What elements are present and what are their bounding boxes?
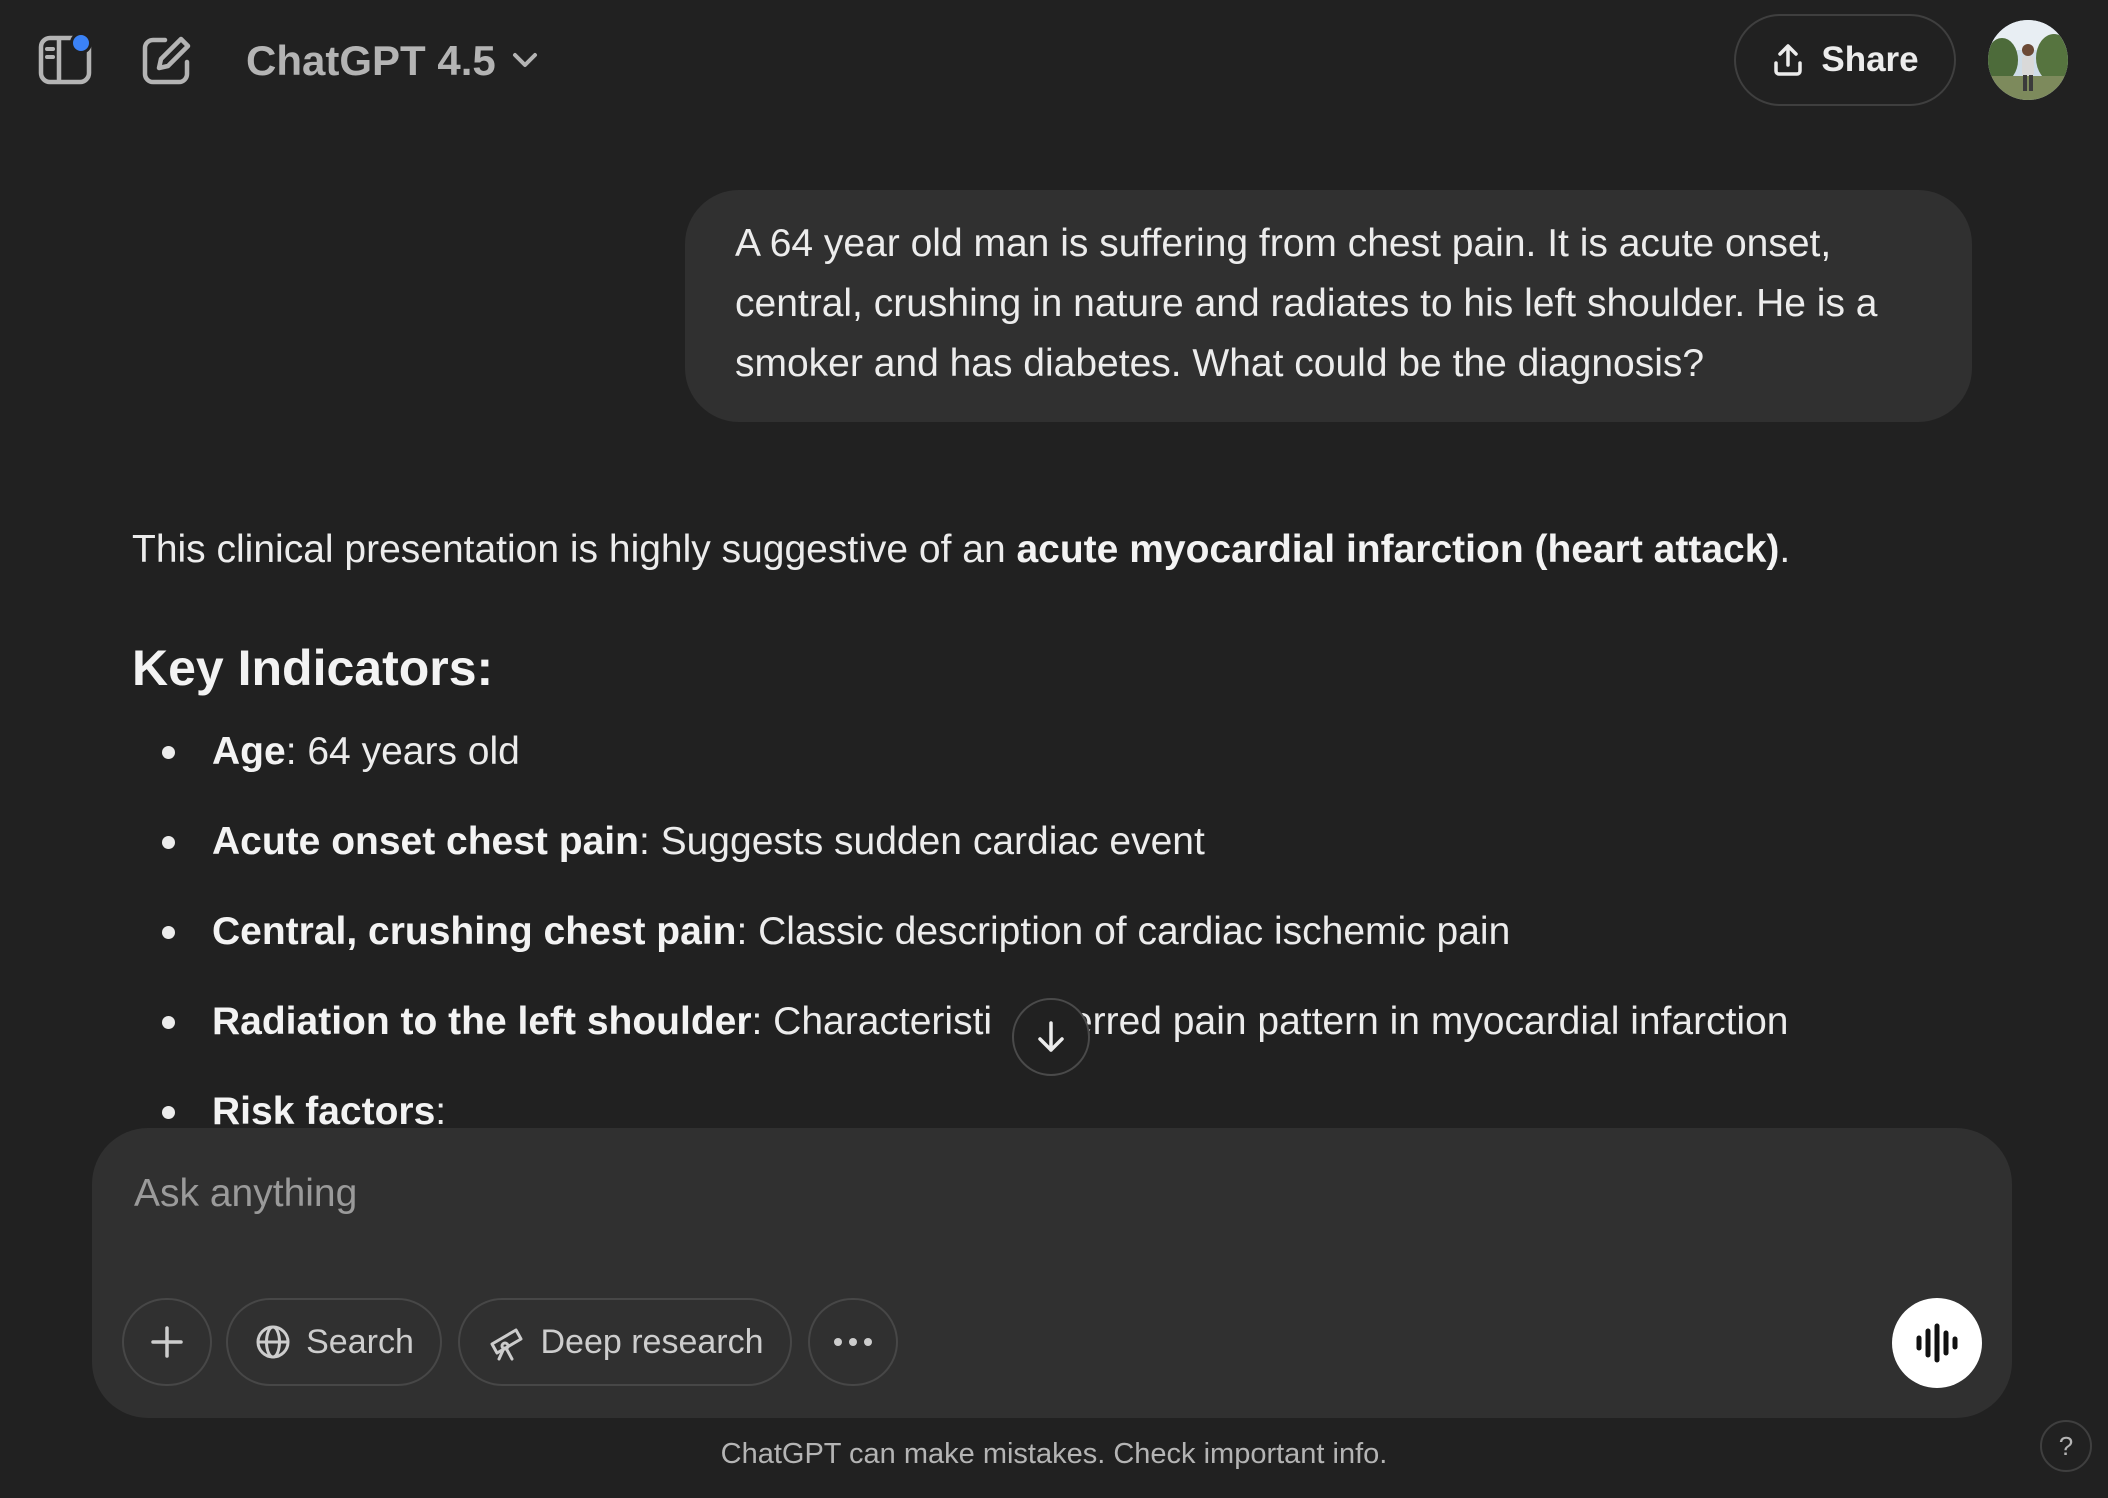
indicator-detail: : 64 years old: [285, 730, 520, 773]
model-selector[interactable]: ChatGPT 4.5: [246, 32, 538, 90]
indicator-detail: : Characteristi: [751, 1000, 993, 1043]
help-button[interactable]: ?: [2040, 1420, 2092, 1472]
prompt-input[interactable]: [132, 1158, 1936, 1230]
deep-research-button[interactable]: Deep research: [458, 1298, 792, 1386]
indicator-term: Age: [212, 730, 286, 773]
list-item: Risk factors:: [162, 1080, 1788, 1130]
avatar[interactable]: [1988, 20, 2068, 100]
notification-dot: [70, 32, 92, 54]
disclaimer-text: ChatGPT can make mistakes. Check importa…: [720, 1438, 1388, 1470]
scroll-to-bottom-button[interactable]: [1012, 998, 1090, 1076]
user-avatar-photo: [1988, 20, 2068, 100]
intro-suffix: .: [1779, 528, 1791, 571]
share-label: Share: [1821, 40, 1919, 79]
section-heading: Key Indicators:: [132, 640, 494, 696]
sidebar-toggle-button[interactable]: [30, 30, 100, 90]
indicator-detail-continued: ferred pain pattern in myocardial infarc…: [1060, 1000, 1789, 1043]
chat-transcript: A 64 year old man is suffering from ches…: [0, 120, 2108, 1130]
bullet: [162, 836, 175, 849]
arrow-down-icon: [1038, 1021, 1064, 1052]
answer-intro: This clinical presentation is highly sug…: [132, 520, 1992, 580]
deep-research-label: Deep research: [540, 1322, 764, 1361]
composer: Search Deep research: [92, 1128, 2012, 1418]
globe-icon: [256, 1325, 290, 1359]
assistant-message: This clinical presentation is highly sug…: [132, 520, 1992, 1130]
bullet: [162, 1016, 175, 1029]
indicator-detail: : Classic description of cardiac ischemi…: [736, 910, 1511, 953]
indicator-detail: : Suggests sudden cardiac event: [638, 820, 1205, 863]
voice-waveform-icon: [1916, 1323, 1958, 1363]
top-bar: ChatGPT 4.5 Share: [0, 0, 2108, 120]
intro-prefix: This clinical presentation is highly sug…: [132, 528, 1017, 571]
chevron-down-icon: [512, 53, 537, 67]
new-chat-button[interactable]: [134, 30, 200, 90]
share-button[interactable]: Share: [1734, 14, 1956, 106]
voice-mode-button[interactable]: [1892, 1298, 1982, 1388]
indicator-term: Central, crushing chest pain: [212, 910, 737, 953]
bullet: [162, 1106, 175, 1119]
share-upload-icon: [1774, 44, 1803, 76]
list-item: Central, crushing chest pain: Classic de…: [162, 900, 1788, 990]
user-message: A 64 year old man is suffering from ches…: [685, 190, 1972, 422]
telescope-icon: [490, 1328, 523, 1361]
more-tools-button[interactable]: [808, 1298, 898, 1386]
list-item: Radiation to the left shoulder: Characte…: [162, 990, 1789, 1080]
bullet: [162, 746, 175, 759]
bullet: [162, 926, 175, 939]
new-chat-edit-icon: [142, 36, 191, 85]
indicator-term: Radiation to the left shoulder: [212, 1000, 752, 1043]
add-attachment-button[interactable]: [122, 1298, 212, 1386]
list-item: Acute onset chest pain: Suggests sudden …: [162, 810, 1788, 900]
search-button[interactable]: Search: [226, 1298, 442, 1386]
plus-icon: [151, 1326, 183, 1358]
indicator-term: Risk factors: [212, 1090, 436, 1130]
indicator-term: Acute onset chest pain: [212, 820, 639, 863]
indicator-list: Age: 64 years old Acute onset chest pain…: [132, 720, 1788, 1130]
search-label: Search: [306, 1322, 414, 1361]
list-item: Age: 64 years old: [162, 720, 1788, 810]
model-name: ChatGPT 4.5: [246, 37, 496, 84]
diagnosis-highlight: acute myocardial infarction (heart attac…: [1016, 528, 1780, 571]
ellipsis-icon: [834, 1338, 872, 1346]
indicator-detail: :: [435, 1090, 447, 1130]
